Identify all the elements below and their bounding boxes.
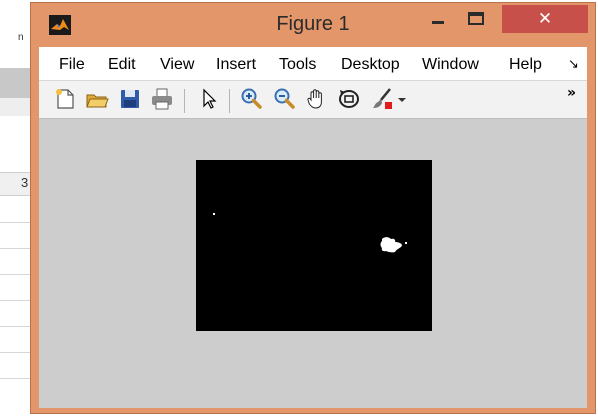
data-cursor-brush-icon[interactable] [370,87,394,111]
background-cell-value: 3 [21,175,29,190]
minimize-button[interactable] [421,7,455,33]
menu-file[interactable]: File [59,56,95,74]
menu-help[interactable]: Help [509,56,553,74]
menu-insert[interactable]: Insert [216,56,264,74]
menu-tools[interactable]: Tools [279,56,327,74]
close-button[interactable]: ✕ [502,5,588,33]
open-file-icon[interactable] [85,87,109,111]
menu-view[interactable]: View [160,56,202,74]
zoom-in-icon[interactable] [239,87,263,111]
figure-window[interactable]: Figure 1 ✕ File Edit View Insert Tools D… [30,2,596,414]
figure-canvas[interactable] [39,119,587,408]
menu-window[interactable]: Window [422,56,496,74]
maximize-button[interactable] [459,7,493,33]
pan-hand-icon[interactable] [305,87,329,111]
menu-edit[interactable]: Edit [108,56,146,74]
toolbar-separator [229,89,230,113]
toolbar-overflow-icon[interactable]: » [567,85,576,101]
menu-overflow-icon[interactable]: ↘ [568,57,579,72]
print-icon[interactable] [150,87,174,111]
figure-toolbar: » [39,81,587,119]
title-bar[interactable]: Figure 1 ✕ [31,3,595,47]
rotate-3d-icon[interactable] [337,87,361,111]
save-icon[interactable] [118,87,142,111]
new-figure-icon[interactable] [53,87,77,111]
image-axes[interactable] [196,160,432,331]
toolbar-separator [184,89,185,113]
dropdown-arrow-icon[interactable] [395,87,409,111]
menu-bar: File Edit View Insert Tools Desktop Wind… [39,47,587,81]
edit-plot-arrow-icon[interactable] [197,87,221,111]
background-text-fragment: n [18,32,24,43]
zoom-out-icon[interactable] [272,87,296,111]
image-white-pixel [213,213,215,215]
menu-desktop[interactable]: Desktop [341,56,409,74]
